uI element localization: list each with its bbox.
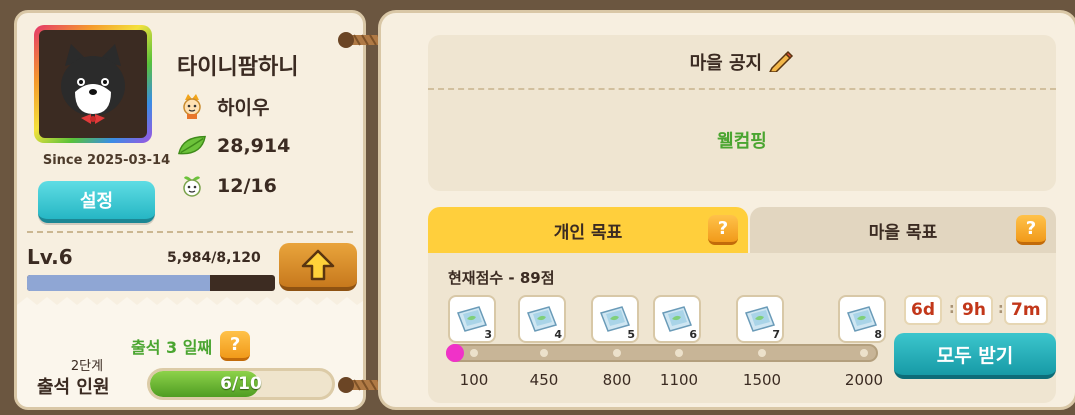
reward-count: 6 bbox=[689, 328, 697, 341]
reward-count: 4 bbox=[554, 328, 562, 341]
reward-ticket[interactable]: 6 bbox=[653, 295, 701, 343]
player-level: Lv.6 bbox=[27, 245, 73, 269]
village-panel: 마을 공지 웰컴핑 개인 목표 ? 마을 목표 ? 현재점수 - 89점 3 10… bbox=[378, 10, 1075, 410]
score-track-fill bbox=[446, 344, 464, 362]
score-track bbox=[446, 344, 878, 362]
milestone-node bbox=[675, 349, 683, 357]
attendance-help-button[interactable]: ? bbox=[220, 331, 251, 361]
attendance-title: 출석 3 일째 ? bbox=[131, 331, 251, 361]
sprout-villager-icon bbox=[177, 171, 207, 201]
timer-minutes: 7m bbox=[1004, 295, 1048, 325]
leaf-icon bbox=[177, 131, 207, 161]
friend-row: 하이우 bbox=[177, 91, 269, 121]
reward-ticket[interactable]: 4 bbox=[518, 295, 566, 343]
leaf-count: 28,914 bbox=[217, 135, 291, 157]
attendance-days: 출석 3 일째 bbox=[131, 338, 213, 357]
reward-count: 3 bbox=[484, 328, 492, 341]
milestone-score: 100 bbox=[459, 371, 489, 389]
milestone-node bbox=[540, 349, 548, 357]
milestone-score: 1500 bbox=[742, 371, 782, 389]
timer-separator: : bbox=[949, 301, 955, 317]
reward-ticket[interactable]: 7 bbox=[736, 295, 784, 343]
attendance-count-label: 출석 인원 bbox=[37, 377, 110, 398]
milestone-score: 800 bbox=[602, 371, 632, 389]
current-score: 현재점수 - 89점 bbox=[448, 269, 555, 287]
goal-content: 현재점수 - 89점 3 100 4 450 5 800 6 1100 7 1500 8 2000 6… bbox=[428, 253, 1056, 403]
village-notice: 마을 공지 웰컴핑 bbox=[428, 35, 1056, 191]
reward-count: 8 bbox=[874, 328, 882, 341]
milestone-node bbox=[470, 349, 478, 357]
profile-panel: Since 2025-03-14 설정 타이니팜하니 하이우 28,914 12… bbox=[14, 10, 366, 410]
xp-text: 5,984/8,120 bbox=[167, 250, 261, 266]
notice-header: 마을 공지 bbox=[428, 49, 1056, 75]
tab-village-goal[interactable]: 마을 목표 ? bbox=[750, 207, 1056, 253]
reward-ticket[interactable]: 5 bbox=[591, 295, 639, 343]
timer-hours: 9h bbox=[955, 295, 993, 325]
reward-ticket[interactable]: 3 bbox=[448, 295, 496, 343]
friend-name: 하이우 bbox=[217, 96, 270, 119]
tab-personal-goal-label: 개인 목표 bbox=[553, 222, 623, 243]
milestone-score: 1100 bbox=[659, 371, 699, 389]
since-date: Since 2025-03-14 bbox=[42, 153, 171, 168]
villager-row: 12/16 bbox=[177, 171, 277, 201]
milestone-node bbox=[758, 349, 766, 357]
attendance-progress-text: 6/10 bbox=[220, 374, 262, 394]
notice-divider bbox=[428, 88, 1056, 90]
village-goal-help-button[interactable]: ? bbox=[1016, 215, 1046, 245]
milestone-node bbox=[860, 349, 868, 357]
leaf-row: 28,914 bbox=[177, 131, 290, 161]
tab-personal-goal[interactable]: 개인 목표 ? bbox=[428, 207, 748, 253]
notice-body: 웰컴핑 bbox=[717, 131, 767, 152]
arrow-up-icon bbox=[301, 249, 335, 281]
timer-separator: : bbox=[998, 301, 1004, 317]
claim-all-button[interactable]: 모두 받기 bbox=[894, 333, 1056, 379]
xp-bar bbox=[27, 275, 275, 291]
divider bbox=[27, 231, 353, 233]
timer-days: 6d bbox=[904, 295, 942, 325]
personal-goal-help-button[interactable]: ? bbox=[708, 215, 738, 245]
milestone-score: 2000 bbox=[844, 371, 884, 389]
villager-icon bbox=[177, 91, 207, 121]
level-up-button[interactable] bbox=[279, 243, 357, 291]
reward-count: 7 bbox=[772, 328, 780, 341]
player-nickname: 타이니팜하니 bbox=[177, 55, 299, 80]
reward-count: 5 bbox=[627, 328, 635, 341]
villager-count: 12/16 bbox=[217, 175, 277, 197]
cat-avatar-icon bbox=[61, 44, 125, 124]
avatar[interactable] bbox=[34, 25, 152, 143]
settings-button[interactable]: 설정 bbox=[38, 181, 155, 223]
attendance-progress-bar: 6/10 bbox=[147, 368, 335, 400]
attendance-stage: 2단계 bbox=[70, 359, 104, 374]
goal-tabs: 개인 목표 ? 마을 목표 ? bbox=[428, 207, 1056, 253]
pencil-icon[interactable] bbox=[768, 50, 794, 73]
tab-village-goal-label: 마을 목표 bbox=[868, 222, 938, 243]
milestone-score: 450 bbox=[529, 371, 559, 389]
xp-bar-fill bbox=[27, 275, 210, 291]
notice-title: 마을 공지 bbox=[689, 53, 763, 74]
milestone-node bbox=[613, 349, 621, 357]
reward-ticket[interactable]: 8 bbox=[838, 295, 886, 343]
